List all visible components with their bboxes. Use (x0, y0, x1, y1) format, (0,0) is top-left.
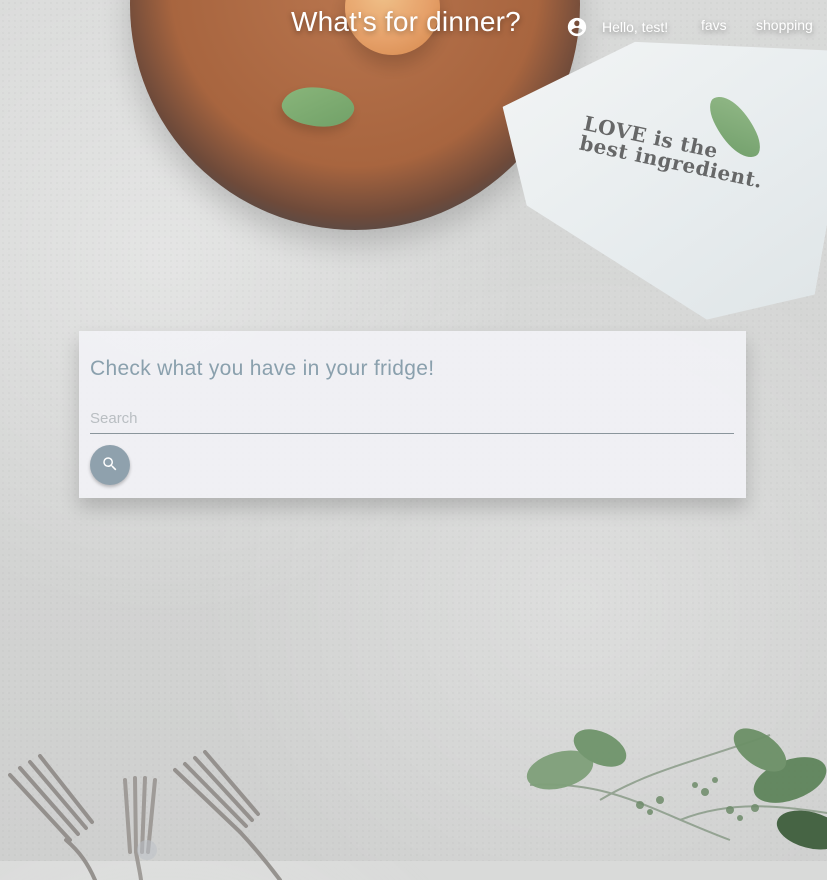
nav-favs[interactable]: favs (701, 17, 727, 33)
fridge-search-card: Check what you have in your fridge! (79, 331, 746, 498)
account-circle-icon (566, 16, 588, 38)
user-greeting-text: Hello, test! (602, 19, 669, 35)
search-input[interactable] (90, 403, 734, 434)
search-button[interactable] (90, 445, 130, 485)
eucalyptus-branch (526, 728, 827, 850)
search-icon (101, 455, 119, 476)
search-card-title: Check what you have in your fridge! (90, 357, 435, 380)
vintage-forks (8, 750, 282, 880)
app-title[interactable]: What's for dinner? (291, 6, 521, 38)
nav-shopping[interactable]: shopping (756, 17, 813, 33)
user-greeting[interactable]: Hello, test! (566, 15, 668, 39)
top-navbar: What's for dinner? Hello, test! favs sho… (0, 0, 827, 52)
